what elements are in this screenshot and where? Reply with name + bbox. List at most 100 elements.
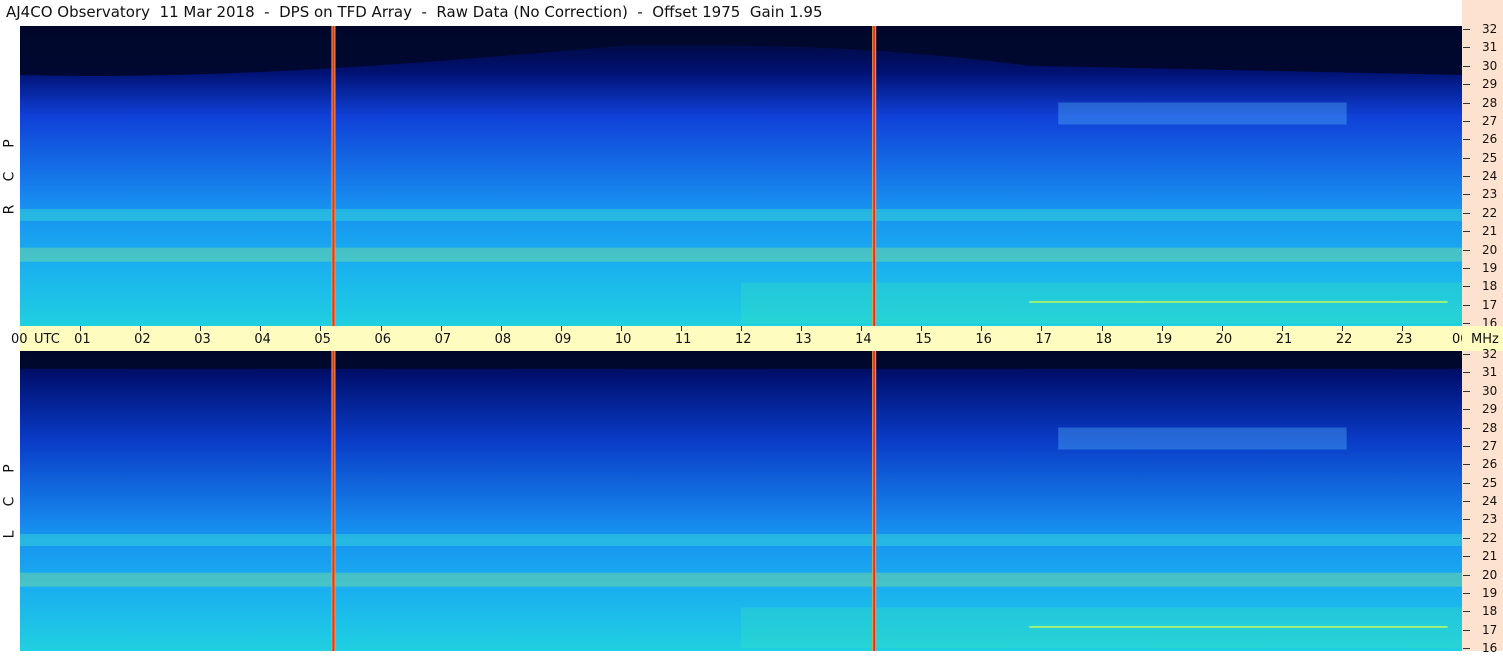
time-axis-tick-mark bbox=[861, 326, 863, 331]
freq-scale-label: 20 bbox=[1482, 242, 1498, 257]
freq-scale-label: 32 bbox=[1482, 347, 1498, 361]
freq-scale-tick-mark bbox=[1463, 611, 1470, 613]
freq-scale-tick-mark bbox=[1463, 445, 1470, 447]
event-marker-core bbox=[873, 351, 876, 651]
time-axis-tick-mark bbox=[1341, 326, 1343, 331]
freq-scale-tick-mark bbox=[1463, 556, 1470, 558]
time-axis-label: 15 bbox=[915, 332, 932, 347]
freq-scale-label: 17 bbox=[1482, 297, 1498, 312]
time-axis-label: 01 bbox=[74, 332, 91, 347]
time-axis-label: 11 bbox=[674, 332, 692, 347]
time-axis-tick-mark bbox=[680, 326, 682, 331]
lcp-spectrogram-canvas bbox=[20, 351, 1462, 651]
time-axis-label: 02 bbox=[134, 332, 151, 347]
time-axis-tick-mark bbox=[801, 326, 803, 331]
lcp-spectrogram[interactable] bbox=[20, 351, 1462, 651]
freq-scale-tick-mark bbox=[1463, 212, 1470, 214]
freq-scale-label: 24 bbox=[1482, 169, 1498, 183]
time-axis-tick-mark bbox=[981, 326, 983, 331]
freq-scale-tick-mark bbox=[1463, 157, 1470, 159]
time-axis-label: 04 bbox=[254, 332, 271, 347]
time-axis-label: 22 bbox=[1335, 332, 1353, 347]
freq-scale-tick-mark bbox=[1463, 286, 1470, 288]
freq-scale-label: 26 bbox=[1482, 132, 1498, 147]
time-axis-tick-mark bbox=[380, 326, 382, 331]
freq-scale-tick-mark bbox=[1463, 482, 1470, 484]
freq-scale-tick-mark bbox=[1463, 464, 1470, 466]
freq-scale-tick-mark bbox=[1463, 231, 1470, 233]
time-axis-tick-mark bbox=[1401, 326, 1403, 331]
event-marker-core bbox=[332, 26, 335, 326]
time-axis-label: 10 bbox=[614, 332, 632, 347]
freq-scale-tick-mark bbox=[1463, 249, 1470, 251]
freq-scale-tick-mark bbox=[1463, 519, 1470, 521]
freq-scale-tick-mark bbox=[1463, 139, 1470, 141]
rcp-spectrogram[interactable] bbox=[20, 26, 1462, 326]
freq-scale-label: 23 bbox=[1482, 512, 1498, 527]
freq-scale-label: 29 bbox=[1482, 402, 1498, 417]
freq-scale-tick-mark bbox=[1463, 574, 1470, 576]
time-axis-tick-mark bbox=[1161, 326, 1163, 331]
time-axis-label: 17 bbox=[1035, 332, 1052, 347]
time-axis-tick-mark bbox=[620, 326, 622, 331]
band-20mhz bbox=[20, 572, 1462, 587]
freq-scale-tick-mark bbox=[1463, 29, 1470, 30]
freq-scale-tick-mark bbox=[1463, 102, 1470, 104]
band-22mhz bbox=[20, 534, 1462, 547]
time-axis-label: 12 bbox=[735, 332, 752, 347]
freq-scale-tick-mark bbox=[1463, 323, 1470, 324]
time-axis-tick-mark bbox=[741, 326, 742, 331]
freq-scale-label: 21 bbox=[1482, 224, 1498, 239]
freq-scale-tick-mark bbox=[1463, 427, 1470, 429]
time-axis-tick-mark bbox=[320, 326, 322, 331]
time-axis-tick-mark bbox=[1281, 326, 1283, 331]
time-axis-tick-mark bbox=[1101, 326, 1103, 331]
freq-scale-label: 31 bbox=[1482, 365, 1498, 380]
freq-scale-tick-mark bbox=[1463, 501, 1470, 502]
rcp-frequency-scale: 32 31 30 29 28 27 26 25 24 23 22 21 20 19 18 17 16 bbox=[1462, 22, 1503, 330]
freq-scale-tick-mark bbox=[1463, 84, 1470, 86]
freq-scale-label: 28 bbox=[1482, 420, 1498, 435]
time-axis-label: 21 bbox=[1275, 332, 1293, 347]
band-22mhz bbox=[20, 209, 1462, 222]
time-axis-tick-mark bbox=[440, 326, 442, 331]
time-axis-label: 05 bbox=[314, 332, 331, 347]
freq-unit-label: MHz bbox=[1471, 332, 1499, 347]
time-axis-label: 03 bbox=[194, 332, 211, 347]
freq-scale-label: 19 bbox=[1482, 585, 1498, 600]
freq-scale-label: 23 bbox=[1482, 187, 1498, 202]
time-axis-tick-mark bbox=[1041, 326, 1043, 331]
time-axis-start-label: 00 bbox=[11, 332, 28, 347]
time-axis-tick-mark bbox=[921, 326, 923, 331]
time-axis-label: 18 bbox=[1095, 332, 1113, 347]
time-axis-label: 16 bbox=[975, 332, 992, 347]
freq-scale-tick-mark bbox=[1463, 354, 1470, 355]
freq-scale-label: 27 bbox=[1482, 438, 1498, 453]
freq-scale-label: 18 bbox=[1482, 279, 1498, 294]
freq-scale-label: 22 bbox=[1482, 205, 1498, 220]
freq-scale-label: 27 bbox=[1482, 113, 1498, 128]
freq-scale-label: 18 bbox=[1482, 604, 1498, 619]
band-20mhz bbox=[20, 247, 1462, 262]
event-marker-core bbox=[873, 26, 876, 326]
band-28mhz bbox=[1058, 102, 1347, 125]
freq-scale-label: 25 bbox=[1482, 150, 1498, 165]
time-axis-label: 09 bbox=[554, 332, 572, 347]
time-axis-label: 20 bbox=[1215, 332, 1233, 347]
time-axis-unit-label: UTC bbox=[34, 332, 60, 347]
freq-scale-tick-mark bbox=[1463, 304, 1470, 306]
freq-scale-label: 21 bbox=[1482, 549, 1498, 564]
freq-scale-tick-mark bbox=[1463, 267, 1470, 269]
time-axis-label: 06 bbox=[374, 332, 392, 347]
time-axis-label: 14 bbox=[855, 332, 872, 347]
freq-scale-label: 31 bbox=[1482, 40, 1498, 55]
lcp-frequency-scale: 32 31 30 29 28 27 26 25 24 23 22 21 20 19 18 17 16 bbox=[1462, 347, 1503, 655]
freq-scale-label: 19 bbox=[1482, 260, 1498, 275]
freq-scale-label: 32 bbox=[1482, 22, 1498, 36]
time-axis-label: 13 bbox=[795, 332, 812, 347]
freq-scale-label: 17 bbox=[1482, 622, 1498, 637]
freq-scale-label: 16 bbox=[1482, 641, 1498, 655]
rcp-spectrogram-canvas bbox=[20, 26, 1462, 326]
spectrum-background bbox=[20, 351, 1462, 651]
freq-scale-tick-mark bbox=[1463, 390, 1470, 392]
